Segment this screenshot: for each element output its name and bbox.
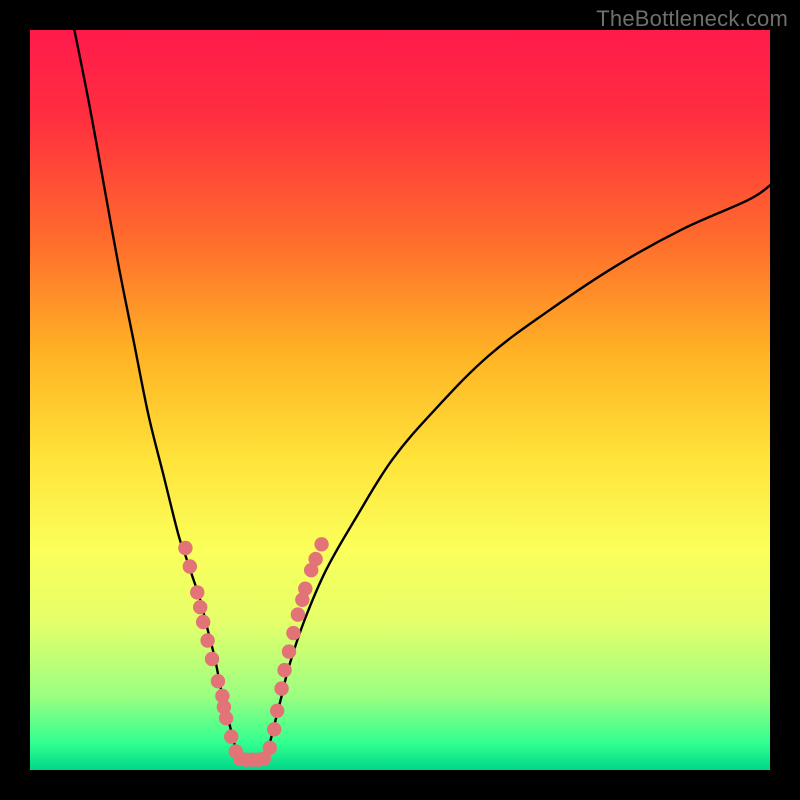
chart-canvas: TheBottleneck.com [0,0,800,800]
dot-right-dots [314,537,328,551]
dot-left-dots [190,585,204,599]
dot-right-dots [277,663,291,677]
chart-svg [30,30,770,770]
dot-right-dots [274,681,288,695]
dot-left-dots [178,541,192,555]
dot-right-dots [308,552,322,566]
dot-left-dots [211,674,225,688]
dot-left-dots [196,615,210,629]
dot-right-dots [270,704,284,718]
dot-right-dots [282,644,296,658]
dot-floor-dots [257,752,271,766]
dot-right-dots [286,626,300,640]
dot-left-dots [224,730,238,744]
dot-left-dots [193,600,207,614]
dot-left-dots [219,711,233,725]
dot-right-dots [267,722,281,736]
gradient-background [30,30,770,770]
dot-left-dots [205,652,219,666]
dot-left-dots [183,559,197,573]
dot-left-dots [200,633,214,647]
dot-right-dots [291,607,305,621]
plot-area [30,30,770,770]
dot-right-dots [298,582,312,596]
watermark-label: TheBottleneck.com [596,6,788,32]
